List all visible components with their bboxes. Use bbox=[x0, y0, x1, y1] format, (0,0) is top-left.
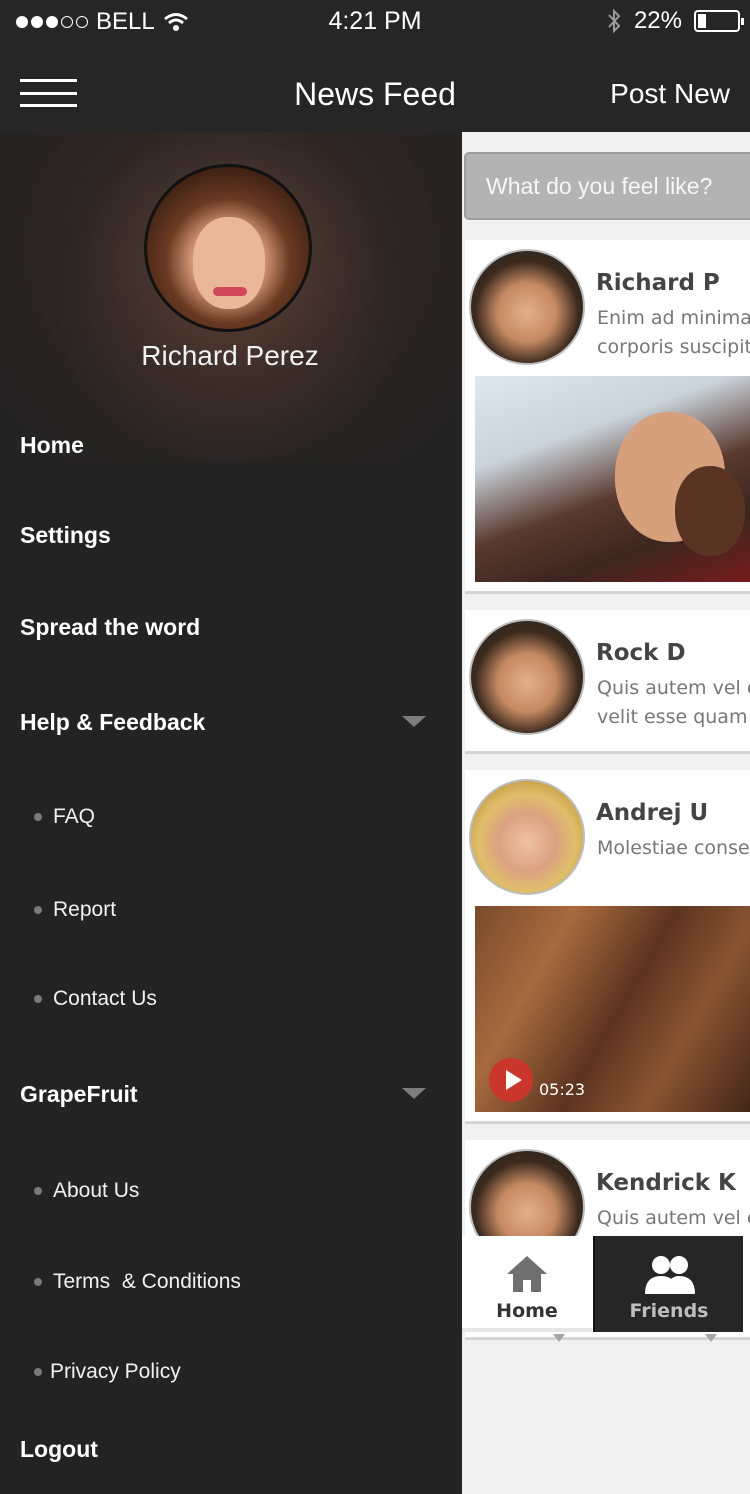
post-card[interactable]: Rock D Quis autem vel e velit esse quam … bbox=[465, 610, 750, 754]
bluetooth-icon bbox=[608, 8, 621, 34]
sub-item-report[interactable]: Report bbox=[34, 898, 116, 922]
post-text: Enim ad minima corporis suscipit bbox=[597, 304, 750, 362]
sub-item-terms[interactable]: Terms & Conditions bbox=[34, 1270, 241, 1294]
battery-percent: 22% bbox=[633, 7, 682, 34]
bullet-icon bbox=[34, 1278, 42, 1286]
post-text-line: Enim ad minima bbox=[597, 307, 750, 329]
post-author[interactable]: Rock D bbox=[596, 640, 686, 666]
sub-item-privacy-policy[interactable]: Privacy Policy bbox=[34, 1360, 181, 1384]
sub-item-label: FAQ bbox=[53, 805, 96, 828]
post-text-line: Quis autem vel e bbox=[597, 1207, 750, 1229]
sub-item-label: Privacy Policy bbox=[50, 1360, 181, 1383]
sub-item-label: Terms & Conditions bbox=[53, 1270, 241, 1293]
post-author[interactable]: Richard P bbox=[596, 270, 720, 296]
status-bar: BELL 4:21 PM 22% bbox=[0, 0, 750, 42]
avatar[interactable] bbox=[469, 619, 585, 735]
side-drawer: Richard Perez Home Settings Spread the w… bbox=[0, 132, 462, 1494]
post-new-button[interactable]: Post New bbox=[610, 78, 730, 110]
sub-item-label: About Us bbox=[53, 1179, 140, 1202]
post-card[interactable]: Andrej U Molestiae consec 05:23 bbox=[465, 770, 750, 1124]
grapefruit-chevron-down-icon[interactable] bbox=[402, 1088, 426, 1099]
menu-item-grapefruit[interactable]: GrapeFruit bbox=[20, 1081, 138, 1108]
profile-name: Richard Perez bbox=[141, 340, 319, 371]
tab-bar: Home Friends bbox=[462, 1236, 750, 1342]
post-text: Quis autem vel e bbox=[597, 1204, 750, 1233]
post-text-line: Molestiae consec bbox=[597, 837, 750, 859]
avatar[interactable] bbox=[469, 249, 585, 365]
bullet-icon bbox=[34, 906, 42, 914]
avatar[interactable] bbox=[144, 164, 312, 332]
post-text-line: velit esse quam n bbox=[597, 706, 750, 728]
battery-icon bbox=[694, 10, 744, 32]
post-text-line: corporis suscipit bbox=[597, 336, 750, 358]
friends-icon bbox=[645, 1256, 695, 1294]
post-card[interactable]: Richard P Enim ad minima corporis suscip… bbox=[465, 240, 750, 594]
status-input[interactable]: What do you feel like? bbox=[464, 152, 750, 220]
home-icon bbox=[507, 1256, 547, 1292]
bullet-icon bbox=[34, 1368, 42, 1376]
tab-notch bbox=[553, 1334, 565, 1342]
sub-item-contact-us[interactable]: Contact Us bbox=[34, 987, 157, 1011]
menu-item-settings[interactable]: Settings bbox=[20, 522, 111, 549]
status-right: 22% bbox=[606, 7, 744, 35]
tab-friends[interactable]: Friends bbox=[593, 1236, 743, 1332]
menu-item-help-feedback[interactable]: Help & Feedback bbox=[20, 709, 205, 736]
bullet-icon bbox=[34, 995, 42, 1003]
post-author[interactable]: Andrej U bbox=[596, 800, 708, 826]
tab-label: Friends bbox=[629, 1300, 709, 1322]
post-video[interactable]: 05:23 bbox=[475, 906, 750, 1112]
sub-item-faq[interactable]: FAQ bbox=[34, 805, 95, 829]
avatar[interactable] bbox=[469, 779, 585, 895]
sub-item-label: Contact Us bbox=[53, 987, 157, 1010]
post-text-line: Quis autem vel e bbox=[597, 677, 750, 699]
news-feed: What do you feel like? Richard P Enim ad… bbox=[462, 132, 750, 1494]
nav-bar: News Feed Post New bbox=[0, 42, 750, 132]
menu-item-spread-the-word[interactable]: Spread the word bbox=[20, 614, 200, 641]
post-text: Molestiae consec bbox=[597, 834, 750, 863]
bullet-icon bbox=[34, 813, 42, 821]
tab-notch bbox=[705, 1334, 717, 1342]
play-icon[interactable] bbox=[489, 1058, 533, 1102]
sub-item-label: Report bbox=[53, 898, 117, 921]
post-text: Quis autem vel e velit esse quam n bbox=[597, 674, 750, 732]
bullet-icon bbox=[34, 1187, 42, 1195]
profile-header: Richard Perez bbox=[0, 132, 462, 462]
sub-item-about-us[interactable]: About Us bbox=[34, 1179, 139, 1203]
tab-label: Home bbox=[496, 1300, 558, 1322]
menu-item-home[interactable]: Home bbox=[20, 432, 84, 459]
post-author[interactable]: Kendrick K bbox=[596, 1170, 736, 1196]
post-photo[interactable] bbox=[475, 376, 750, 582]
video-duration: 05:23 bbox=[539, 1080, 586, 1099]
help-chevron-down-icon[interactable] bbox=[402, 716, 426, 727]
tab-home[interactable]: Home bbox=[462, 1236, 592, 1332]
menu-item-logout[interactable]: Logout bbox=[20, 1436, 98, 1463]
